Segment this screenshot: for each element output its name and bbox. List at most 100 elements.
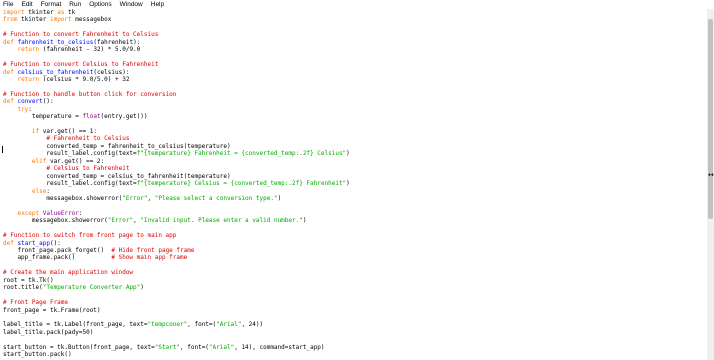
string-token: f"{temperature} Celsius = {converted_tem… xyxy=(136,180,347,188)
code-line[interactable] xyxy=(3,54,707,61)
keyword-token: import xyxy=(49,16,72,24)
string-token: "tempconer" xyxy=(147,321,188,329)
code-line[interactable]: temperature = float(entry.get()) xyxy=(3,113,707,120)
code-token: : xyxy=(46,187,50,195)
code-token: (fahrenheit - 32) * 5.0/9.0 xyxy=(39,46,141,54)
scrollbar-thumb[interactable] xyxy=(708,19,713,219)
code-line[interactable]: start_button = tk.Button(front_page, tex… xyxy=(3,344,707,351)
code-line[interactable]: root.title("Temperature Converter App") xyxy=(3,284,707,291)
code-line[interactable] xyxy=(3,314,707,321)
string-token: "Temperature Converter App" xyxy=(42,284,141,292)
code-line[interactable]: converted_temp = celsius_to_fahrenheit(t… xyxy=(3,173,707,180)
code-line[interactable]: from tkinter import messagebox xyxy=(3,16,707,23)
menu-help[interactable]: Help xyxy=(147,0,168,9)
code-line[interactable] xyxy=(3,292,707,299)
keyword-token: def xyxy=(3,38,14,46)
code-line[interactable] xyxy=(3,24,707,31)
code-line[interactable] xyxy=(3,336,707,343)
code-token: app_frame.pack() xyxy=(3,254,112,262)
code-line[interactable] xyxy=(3,83,707,90)
string-token: "Error" xyxy=(107,217,134,225)
code-line[interactable] xyxy=(3,225,707,232)
code-line[interactable]: def fahrenheit_to_celsius(fahrenheit): xyxy=(3,39,707,46)
code-line[interactable]: messagebox.showerror("Error", "Please se… xyxy=(3,195,707,202)
code-text[interactable]: import tkinter as tk from tkinter import … xyxy=(0,9,707,359)
code-token: (fahrenheit): xyxy=(93,38,141,46)
code-token: (): xyxy=(49,239,61,247)
text-cursor xyxy=(2,146,3,153)
code-line[interactable]: label_title = tk.Label(front_page, text=… xyxy=(3,321,707,328)
code-line[interactable]: result_label.config(text=f"{temperature}… xyxy=(3,180,707,187)
code-token: result_label.config(text= xyxy=(3,150,137,158)
menu-file[interactable]: File xyxy=(0,0,17,9)
code-line[interactable]: return (fahrenheit - 32) * 5.0/9.0 xyxy=(3,46,707,53)
code-line[interactable]: converted_temp = fahrenheit_to_celsius(t… xyxy=(3,143,707,150)
vertical-scrollbar[interactable] xyxy=(707,9,714,360)
keyword-token: return xyxy=(17,75,40,83)
definition-token: start_app xyxy=(17,239,50,247)
code-line[interactable]: elif var.get() == 2: xyxy=(3,158,707,165)
keyword-token: def xyxy=(3,68,14,76)
code-token: , 24)) xyxy=(241,321,264,329)
code-line[interactable] xyxy=(3,202,707,209)
code-line[interactable]: # Celsius to Fahrenheit xyxy=(3,165,707,172)
code-line[interactable]: # Create the main application window xyxy=(3,269,707,276)
keyword-token: else xyxy=(31,187,47,195)
code-token: messagebox.showerror( xyxy=(3,217,108,225)
definition-token: celsius_to_fahrenheit xyxy=(17,68,94,76)
code-line[interactable]: app_frame.pack() # Show main app frame xyxy=(3,254,707,261)
menu-format[interactable]: Format xyxy=(37,0,66,9)
code-line[interactable]: except ValueError: xyxy=(3,210,707,217)
code-line[interactable]: import tkinter as tk xyxy=(3,9,707,16)
code-token: (celsius * 9.0/5.0) + 32 xyxy=(39,75,130,83)
keyword-token: def xyxy=(3,98,14,106)
code-token: tkinter xyxy=(17,16,50,24)
code-token: var.get() == 2: xyxy=(46,157,105,165)
code-line[interactable]: # Function to convert Celsius to Fahrenh… xyxy=(3,61,707,68)
code-line[interactable]: front_page = tk.Frame(root) xyxy=(3,307,707,314)
code-line[interactable]: else: xyxy=(3,188,707,195)
code-line[interactable]: front_page.pack_forget() # Hide front pa… xyxy=(3,247,707,254)
code-line[interactable]: def start_app(): xyxy=(3,240,707,247)
string-token: f"{temperature} Fahrenheit = {converted_… xyxy=(136,150,347,158)
menu-options[interactable]: Options xyxy=(85,0,115,9)
menu-run[interactable]: Run xyxy=(65,0,85,9)
code-line[interactable] xyxy=(3,121,707,128)
keyword-token: import xyxy=(3,9,25,16)
code-line[interactable]: # Function to convert Fahrenheit to Cels… xyxy=(3,31,707,38)
code-line[interactable]: label_title.pack(pady=50) xyxy=(3,329,707,336)
code-line[interactable]: def celsius_to_fahrenheit(celsius): xyxy=(3,69,707,76)
code-line[interactable]: try: xyxy=(3,106,707,113)
code-line[interactable] xyxy=(3,262,707,269)
code-line[interactable]: # Front Page Frame xyxy=(3,299,707,306)
code-token: front_page = tk.Frame(root) xyxy=(3,306,101,314)
code-line[interactable]: root = tk.Tk() xyxy=(3,277,707,284)
code-token: label_title = tk.Label(front_page, text= xyxy=(3,321,148,329)
code-line[interactable]: if var.get() == 1: xyxy=(3,128,707,135)
comment-token: # Function to convert Fahrenheit to Cels… xyxy=(3,31,159,39)
code-editor[interactable]: import tkinter as tk from tkinter import … xyxy=(0,9,707,360)
code-line[interactable]: # Function to handle button click for co… xyxy=(3,91,707,98)
keyword-token: except xyxy=(17,209,40,217)
code-line[interactable]: messagebox.showerror("Error", "Invalid i… xyxy=(3,217,707,224)
code-token: temperature = xyxy=(3,113,83,121)
code-line[interactable]: # Fahrenheit to Celsius xyxy=(3,135,707,142)
code-line[interactable]: start_button.pack() xyxy=(3,351,707,358)
code-line[interactable]: result_label.config(text=f"{temperature}… xyxy=(3,150,707,157)
keyword-token: from xyxy=(3,16,18,24)
code-line[interactable]: def convert(): xyxy=(3,98,707,105)
code-token: : xyxy=(78,209,83,217)
menu-edit[interactable]: Edit xyxy=(17,0,36,9)
comment-token: # Show main app frame xyxy=(111,254,188,262)
menu-window[interactable]: Window xyxy=(116,0,147,9)
builtin-token: float xyxy=(82,113,101,121)
string-token: "Please select a conversion type." xyxy=(154,194,278,202)
code-token: messagebox.showerror( xyxy=(3,194,123,202)
code-line[interactable]: return (celsius * 9.0/5.0) + 32 xyxy=(3,76,707,83)
code-line[interactable]: # Function to switch from front page to … xyxy=(3,232,707,239)
comment-token: # Function to switch from front page to … xyxy=(3,232,177,240)
